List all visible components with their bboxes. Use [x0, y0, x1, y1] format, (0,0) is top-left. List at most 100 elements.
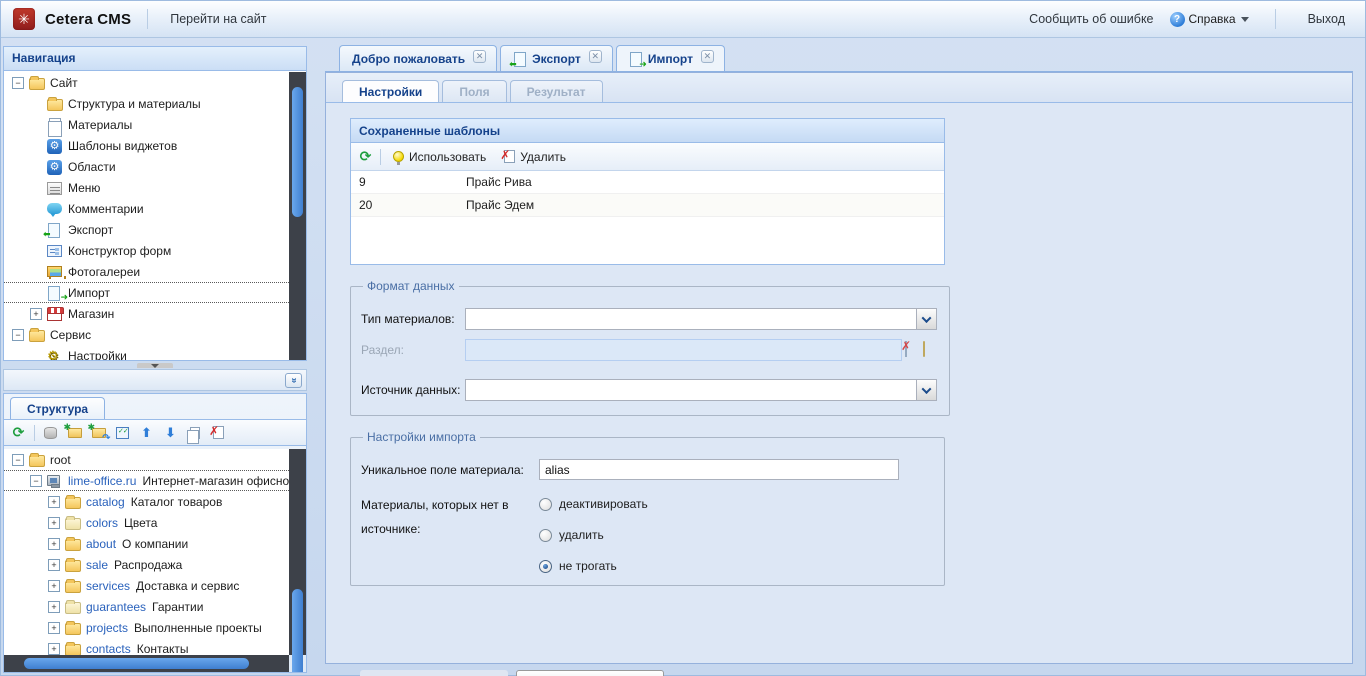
radio-option-не трогать[interactable]: не трогать [539, 559, 648, 573]
browse-section-button[interactable] [923, 342, 939, 357]
tab-Импорт[interactable]: ➜Импорт✕ [616, 45, 725, 71]
nav-item-Экспорт[interactable]: ⬅Экспорт [4, 219, 289, 240]
database-icon[interactable] [42, 424, 59, 441]
splitter-handle-icon[interactable] [137, 363, 173, 368]
tree-toggler-icon[interactable]: + [30, 308, 42, 320]
structure-item-lime-office.ru[interactable]: −lime-office.ruИнтернет-магазин офисной … [4, 470, 289, 491]
add-subfolder-icon[interactable] [90, 424, 107, 441]
radio-option-удалить[interactable]: удалить [539, 528, 648, 542]
structure-vscrollbar-thumb[interactable] [292, 589, 303, 673]
structure-toolbar: ⟳ ⬆ ⬇ [4, 419, 306, 446]
navigation-scrollbar-track[interactable] [289, 72, 306, 360]
nav-item-Сайт[interactable]: −Сайт [4, 72, 289, 93]
source-select[interactable] [465, 379, 937, 401]
main-tabstrip: Добро пожаловать✕⬅Экспорт✕➜Импорт✕ [325, 45, 1353, 72]
material-type-dropdown-button[interactable] [916, 309, 936, 329]
saved-templates-title: Сохраненные шаблоны [351, 119, 944, 143]
panel-splitter[interactable] [3, 361, 307, 369]
site-icon [47, 474, 63, 488]
structure-item-colors[interactable]: +colorsЦвета [4, 512, 289, 533]
nav-item-Импорт[interactable]: ➜Импорт [4, 282, 289, 303]
save-template-button[interactable]: Сохранить шаблон [360, 670, 508, 676]
structure-item-guarantees[interactable]: +guaranteesГарантии [4, 596, 289, 617]
structure-item-about[interactable]: +aboutО компании [4, 533, 289, 554]
tree-toggler-icon[interactable]: + [48, 601, 60, 613]
nav-item-Области[interactable]: ⚙Области [4, 156, 289, 177]
nav-item-Структура и материалы[interactable]: Структура и материалы [4, 93, 289, 114]
tree-toggler-icon[interactable]: − [12, 454, 24, 466]
checklist-icon[interactable] [114, 424, 131, 441]
radio-icon[interactable] [539, 498, 552, 511]
copy-icon[interactable] [186, 424, 203, 441]
tree-toggler-icon[interactable]: + [48, 517, 60, 529]
unique-field-input[interactable] [539, 459, 899, 480]
clear-section-button[interactable] [905, 342, 921, 357]
template-name-cell: Прайс Эдем [406, 198, 944, 212]
tree-toggler-icon[interactable]: + [48, 580, 60, 592]
delete-icon[interactable] [210, 424, 227, 441]
tree-toggler-icon[interactable]: + [48, 622, 60, 634]
next-button[interactable]: Дальше > [516, 670, 664, 676]
move-down-icon[interactable]: ⬇ [162, 424, 179, 441]
use-template-button[interactable]: Использовать [387, 147, 492, 167]
add-folder-icon[interactable] [66, 424, 83, 441]
help-menu[interactable]: ? Справка [1170, 12, 1249, 27]
structure-item-contacts[interactable]: +contactsКонтакты [4, 638, 289, 655]
table-row[interactable]: 20Прайс Эдем [351, 194, 944, 217]
chevron-down-icon [1241, 17, 1249, 22]
structure-item-description: Гарантии [152, 600, 203, 614]
nav-item-Магазин[interactable]: +Магазин [4, 303, 289, 324]
navigation-scrollbar-thumb[interactable] [292, 87, 303, 217]
structure-item-projects[interactable]: +projectsВыполненные проекты [4, 617, 289, 638]
tree-toggler-icon[interactable]: + [48, 538, 60, 550]
nav-item-label: Материалы [68, 118, 132, 132]
material-type-select[interactable] [465, 308, 937, 330]
nav-item-Меню[interactable]: Меню [4, 177, 289, 198]
close-tab-icon[interactable]: ✕ [701, 50, 714, 63]
nav-item-Материалы[interactable]: Материалы [4, 114, 289, 135]
close-tab-icon[interactable]: ✕ [473, 50, 486, 63]
structure-vscrollbar-track[interactable] [289, 449, 306, 655]
tree-toggler-icon[interactable]: − [12, 329, 24, 341]
source-dropdown-button[interactable] [916, 380, 936, 400]
table-row[interactable]: 9Прайс Рива [351, 171, 944, 194]
radio-label: удалить [559, 528, 604, 542]
nav-item-Настройки[interactable]: ⚙Настройки [4, 345, 289, 360]
delete-template-button[interactable]: Удалить [498, 147, 572, 167]
settings-gear-icon: ⚙ [47, 349, 63, 361]
radio-option-деактивировать[interactable]: деактивировать [539, 497, 648, 511]
tree-toggler-icon[interactable]: − [12, 77, 24, 89]
structure-item-description: Интернет-магазин офисной меб [142, 474, 289, 488]
nav-item-Фотогалереи[interactable]: Фотогалереи [4, 261, 289, 282]
structure-tabrow: Структура [4, 394, 306, 419]
nav-item-Сервис[interactable]: −Сервис [4, 324, 289, 345]
tree-toggler-icon[interactable]: + [48, 643, 60, 655]
tab-Добро пожаловать[interactable]: Добро пожаловать✕ [339, 45, 497, 71]
tab-structure[interactable]: Структура [10, 397, 105, 419]
report-error-link[interactable]: Сообщить об ошибке [1023, 8, 1159, 30]
go-to-site-link[interactable]: Перейти на сайт [164, 8, 272, 30]
structure-item-services[interactable]: +servicesДоставка и сервис [4, 575, 289, 596]
main-area: Добро пожаловать✕⬅Экспорт✕➜Импорт✕ Настр… [309, 39, 1365, 675]
refresh-icon[interactable]: ⟳ [10, 424, 27, 441]
subtab-Настройки[interactable]: Настройки [342, 80, 439, 102]
structure-item-root[interactable]: −root [4, 449, 289, 470]
radio-icon[interactable] [539, 529, 552, 542]
tree-toggler-icon[interactable]: + [48, 496, 60, 508]
structure-item-catalog[interactable]: +catalogКаталог товаров [4, 491, 289, 512]
nav-item-Комментарии[interactable]: Комментарии [4, 198, 289, 219]
logout-link[interactable]: Выход [1302, 8, 1351, 30]
collapse-panel-button[interactable]: « [285, 373, 302, 388]
structure-hscrollbar-thumb[interactable] [24, 658, 249, 669]
structure-item-sale[interactable]: +saleРаспродажа [4, 554, 289, 575]
refresh-icon[interactable]: ⟳ [357, 148, 374, 165]
close-tab-icon[interactable]: ✕ [589, 50, 602, 63]
radio-icon[interactable] [539, 560, 552, 573]
nav-item-Шаблоны виджетов[interactable]: ⚙Шаблоны виджетов [4, 135, 289, 156]
structure-hscrollbar-track[interactable] [4, 655, 289, 672]
tree-toggler-icon[interactable]: − [30, 475, 42, 487]
tab-Экспорт[interactable]: ⬅Экспорт✕ [500, 45, 613, 71]
tree-toggler-icon[interactable]: + [48, 559, 60, 571]
move-up-icon[interactable]: ⬆ [138, 424, 155, 441]
nav-item-Конструктор форм[interactable]: Конструктор форм [4, 240, 289, 261]
